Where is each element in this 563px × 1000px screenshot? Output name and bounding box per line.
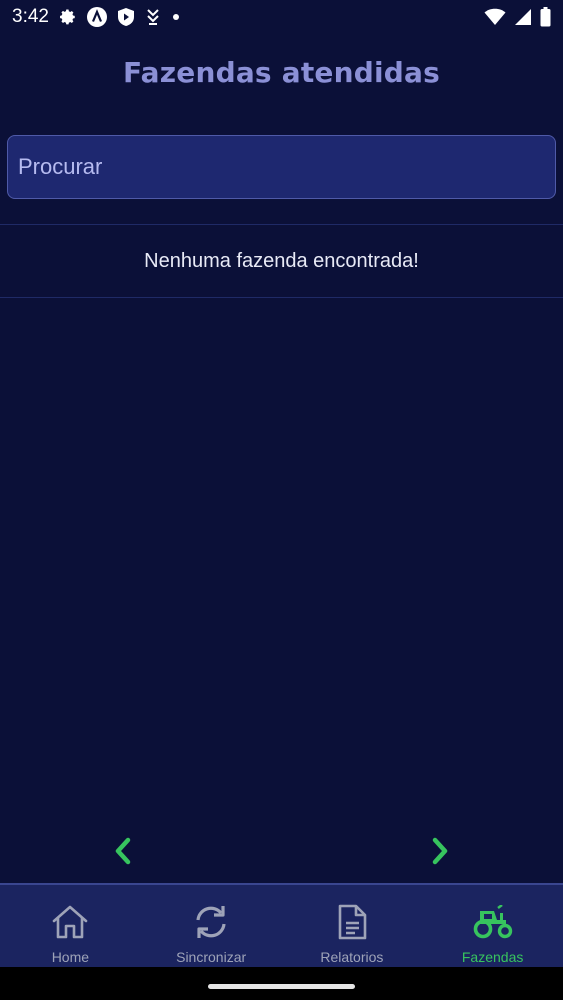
nav-item-sincronizar[interactable]: Sincronizar [141,885,282,967]
nav-label-home: Home [51,949,90,965]
system-gesture-area [0,967,563,1000]
status-bar: 3:42 [0,0,563,34]
home-icon [51,903,89,941]
status-notification-icons [59,7,181,27]
next-page-button[interactable] [423,834,457,868]
bottom-navigation: Home Sincronizar Relatorios Fazendas [0,883,563,967]
app-a-icon [86,7,107,27]
cell-signal-icon [514,8,532,26]
nav-item-relatorios[interactable]: Relatorios [282,885,423,967]
settings-gear-icon [59,8,77,26]
tractor-icon [472,903,514,941]
download-badge-icon [145,8,161,26]
nav-label-sincronizar: Sincronizar [176,949,247,965]
chevron-left-icon [115,837,131,865]
list-top-divider [0,224,563,225]
app-screen: 3:42 Fazendas atendidas Procurar Nenhuma… [0,0,563,1000]
document-icon [336,903,368,941]
shield-play-icon [117,7,135,27]
nav-label-fazendas: Fazendas [461,949,524,965]
nav-item-fazendas[interactable]: Fazendas [422,885,563,967]
status-system-icons [484,7,551,27]
empty-list-message: Nenhuma fazenda encontrada! [144,250,419,272]
nav-label-relatorios: Relatorios [320,949,384,965]
wifi-icon [484,8,506,26]
battery-icon [540,7,551,27]
chevron-right-icon [432,837,448,865]
search-input[interactable] [7,135,556,199]
home-gesture-indicator[interactable] [208,984,355,989]
page-title: Fazendas atendidas [122,56,440,89]
list-bottom-divider [0,297,563,298]
nav-item-home[interactable]: Home [0,885,141,967]
notification-dot-icon [171,12,181,22]
status-time: 3:42 [12,6,49,27]
previous-page-button[interactable] [106,834,140,868]
sync-icon [192,903,230,941]
